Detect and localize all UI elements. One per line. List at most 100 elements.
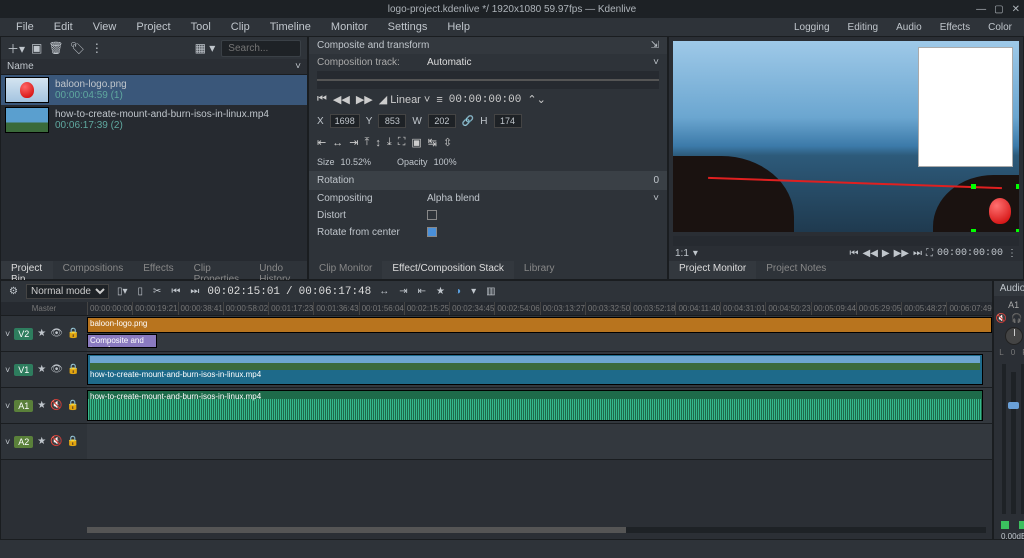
tab-effects[interactable]: Effects: [133, 261, 183, 279]
settings-icon[interactable]: ⚙: [7, 286, 20, 297]
distort-checkbox[interactable]: [427, 210, 437, 220]
bin-item-balloon[interactable]: baloon-logo.png 00:00:04:59 (1): [1, 75, 307, 105]
timeline-scrollbar[interactable]: [87, 527, 986, 533]
align-top-icon[interactable]: ⤒: [364, 136, 369, 149]
edit-mode-select[interactable]: Normal mode: [26, 284, 109, 299]
menu-clip[interactable]: Clip: [221, 21, 260, 33]
opacity-value[interactable]: 100%: [434, 157, 457, 167]
tab-effect-stack[interactable]: Effect/Composition Stack: [382, 261, 514, 279]
menu-view[interactable]: View: [83, 21, 127, 33]
keyframe-timecode[interactable]: 00:00:00:00: [449, 94, 522, 106]
rewind-icon[interactable]: ◀◀: [863, 248, 878, 259]
link-icon[interactable]: 🔗: [462, 116, 474, 127]
volume-fader[interactable]: [1011, 372, 1016, 514]
h-input[interactable]: 174: [494, 114, 522, 128]
stepper-icon[interactable]: ⌃⌄: [527, 93, 545, 106]
selection-tool-icon[interactable]: ▯: [136, 286, 146, 297]
timeline-current-tc[interactable]: 00:02:15:01: [207, 286, 280, 298]
tab-project-notes[interactable]: Project Notes: [756, 261, 836, 279]
solo-icon[interactable]: 🎧: [1011, 313, 1022, 324]
pan-knob[interactable]: [1005, 327, 1023, 345]
folder-icon[interactable]: ▣: [31, 41, 42, 55]
composition-track-value[interactable]: Automatic: [427, 57, 471, 68]
chevron-down-icon[interactable]: ˅: [295, 61, 301, 72]
tag-icon[interactable]: 🏷: [70, 41, 85, 55]
preview-render-icon[interactable]: ◑: [453, 286, 463, 297]
mute-icon[interactable]: 👁: [50, 328, 63, 339]
bin-item-video[interactable]: how-to-create-mount-and-burn-isos-in-lin…: [1, 105, 307, 135]
menu-file[interactable]: File: [6, 21, 44, 33]
db-readout[interactable]: 0.00dB: [1001, 532, 1024, 541]
master-label[interactable]: Master: [1, 302, 87, 315]
spacer-icon[interactable]: ↔: [377, 286, 391, 297]
favorite-icon[interactable]: ★: [434, 286, 447, 297]
track-label-v2[interactable]: V2: [14, 328, 33, 340]
play-icon[interactable]: ▶: [882, 248, 890, 259]
fullscreen-icon[interactable]: ⛶: [926, 248, 933, 259]
menu-timeline[interactable]: Timeline: [260, 21, 321, 33]
search-input[interactable]: [221, 40, 301, 57]
monitor-timecode[interactable]: 00:00:00:00: [937, 248, 1003, 259]
tab-undo-history[interactable]: Undo History: [249, 261, 307, 279]
clip-video[interactable]: how-to-create-mount-and-burn-isos-in-lin…: [87, 354, 983, 385]
rotate-center-checkbox[interactable]: [427, 227, 437, 237]
tab-library[interactable]: Library: [514, 261, 565, 279]
tab-clip-properties[interactable]: Clip Properties: [184, 261, 250, 279]
clip-audio[interactable]: how-to-create-mount-and-burn-isos-in-lin…: [87, 390, 983, 421]
mute-icon[interactable]: 🔇: [996, 313, 1007, 324]
mute-icon[interactable]: 👁: [50, 364, 63, 375]
size-value[interactable]: 10.52%: [341, 157, 372, 167]
forward-icon[interactable]: ▶▶: [894, 248, 909, 259]
fav-icon[interactable]: ★: [37, 436, 46, 447]
zoom-level[interactable]: 1:1: [675, 248, 689, 259]
goto-end-icon[interactable]: ⏭: [913, 248, 922, 259]
menu-monitor[interactable]: Monitor: [321, 21, 378, 33]
chevron-down-icon[interactable]: ▾: [469, 286, 478, 297]
align-hcenter-icon[interactable]: ↔: [332, 137, 343, 149]
options-icon[interactable]: ⋮: [91, 41, 103, 55]
marker-out-icon[interactable]: ⇤: [416, 286, 428, 297]
prev-icon[interactable]: ⏮: [169, 286, 182, 297]
menu-project[interactable]: Project: [126, 21, 180, 33]
align-left-icon[interactable]: ⇤: [317, 136, 326, 149]
fit-icon[interactable]: ⛶: [398, 136, 406, 149]
next-key-icon[interactable]: ▶▶: [356, 93, 373, 106]
align-vcenter-icon[interactable]: ↕: [375, 137, 381, 149]
interpolation-select[interactable]: ◢ Linear ˅: [379, 93, 431, 106]
workspace-effects[interactable]: Effects: [932, 22, 978, 33]
tab-compositions[interactable]: Compositions: [53, 261, 134, 279]
razor-tool-icon[interactable]: ✂: [151, 286, 163, 297]
track-label-a2[interactable]: A2: [14, 436, 33, 448]
prev-key-icon[interactable]: ◀◀: [333, 93, 350, 106]
workspace-audio[interactable]: Audio: [888, 22, 930, 33]
view-mode-icon[interactable]: ▦ ▾: [195, 41, 216, 55]
chevron-down-icon[interactable]: ˅: [653, 57, 659, 68]
delete-icon[interactable]: 🗑: [48, 41, 63, 55]
align-bottom-icon[interactable]: ⤓: [387, 136, 392, 149]
menu-icon[interactable]: ≡: [436, 94, 442, 106]
menu-tool[interactable]: Tool: [181, 21, 221, 33]
y-input[interactable]: 853: [378, 114, 406, 128]
fav-icon[interactable]: ★: [37, 328, 46, 339]
maximize-icon[interactable]: ▢: [994, 4, 1003, 15]
track-label-v1[interactable]: V1: [14, 364, 33, 376]
w-input[interactable]: 202: [428, 114, 456, 128]
menu-help[interactable]: Help: [437, 21, 480, 33]
close-icon[interactable]: ✕: [1012, 4, 1020, 15]
menu-edit[interactable]: Edit: [44, 21, 83, 33]
workspace-editing[interactable]: Editing: [840, 22, 887, 33]
monitor-ruler[interactable]: [673, 236, 1019, 246]
lock-icon[interactable]: 🔒: [67, 328, 79, 339]
rotation-value[interactable]: 0: [653, 175, 659, 186]
more-icon[interactable]: ⋮: [1007, 248, 1017, 259]
tab-clip-monitor[interactable]: Clip Monitor: [309, 261, 382, 279]
chevron-down-icon[interactable]: ▾: [693, 248, 698, 259]
fit-height-icon[interactable]: ⇳: [443, 136, 452, 149]
fit-width-icon[interactable]: ↹: [428, 136, 437, 149]
subtitle-icon[interactable]: ▥: [484, 286, 497, 297]
tab-project-bin[interactable]: Project Bin: [1, 261, 53, 279]
x-input[interactable]: 1698: [330, 114, 360, 128]
next-icon[interactable]: ⏭: [188, 286, 201, 297]
expand-icon[interactable]: ˅: [5, 365, 10, 375]
expand-icon[interactable]: ˅: [5, 437, 10, 447]
